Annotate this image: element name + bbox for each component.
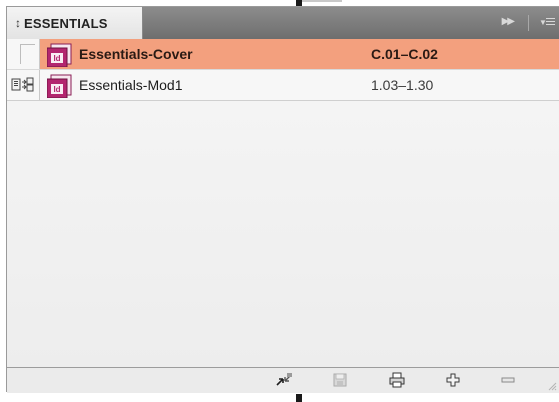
synchronize-icon[interactable]: [275, 372, 293, 388]
page-range: 1.03–1.30: [371, 77, 434, 93]
expand-arrows-icon: ↕: [15, 16, 21, 30]
document-row[interactable]: Id Essentials-Cover C.01–C.02: [7, 39, 559, 70]
add-document-icon[interactable]: [444, 372, 462, 388]
header-divider: [528, 15, 529, 31]
style-source-cell[interactable]: [7, 39, 40, 69]
save-book-icon[interactable]: [331, 372, 349, 388]
style-source-cell[interactable]: [7, 70, 40, 100]
book-panel: ↕ ESSENTIALS ▶▶ ▼ Id Essentials-Cover C.…: [6, 6, 559, 393]
style-source-empty[interactable]: [20, 44, 35, 64]
svg-text:Id: Id: [53, 85, 60, 94]
page-range: C.01–C.02: [371, 46, 438, 62]
indesign-document-icon: Id: [47, 43, 72, 67]
window-edge-line: [302, 0, 342, 2]
svg-text:Id: Id: [53, 54, 60, 63]
panel-menu-icon[interactable]: ▼: [539, 16, 555, 28]
panel-title: ESSENTIALS: [24, 15, 108, 31]
window-edge-mark: [296, 394, 302, 402]
document-row[interactable]: Id Essentials-Mod1 1.03–1.30: [7, 70, 559, 101]
resize-grip-icon[interactable]: [547, 381, 557, 391]
panel-header: ↕ ESSENTIALS ▶▶ ▼: [7, 7, 559, 39]
panel-tab[interactable]: ↕ ESSENTIALS: [7, 7, 143, 39]
document-name: Essentials-Cover: [79, 46, 193, 62]
document-list: Id Essentials-Cover C.01–C.02 Id Essenti…: [7, 39, 559, 367]
remove-document-icon[interactable]: [499, 372, 517, 388]
list-empty-area: [7, 101, 559, 367]
collapse-arrows-icon[interactable]: ▶▶: [502, 16, 515, 27]
indesign-document-icon: Id: [47, 74, 72, 98]
print-book-icon[interactable]: [388, 372, 406, 388]
document-name: Essentials-Mod1: [79, 77, 183, 93]
panel-toolbar: [7, 367, 559, 393]
style-source-icon: [11, 77, 34, 92]
